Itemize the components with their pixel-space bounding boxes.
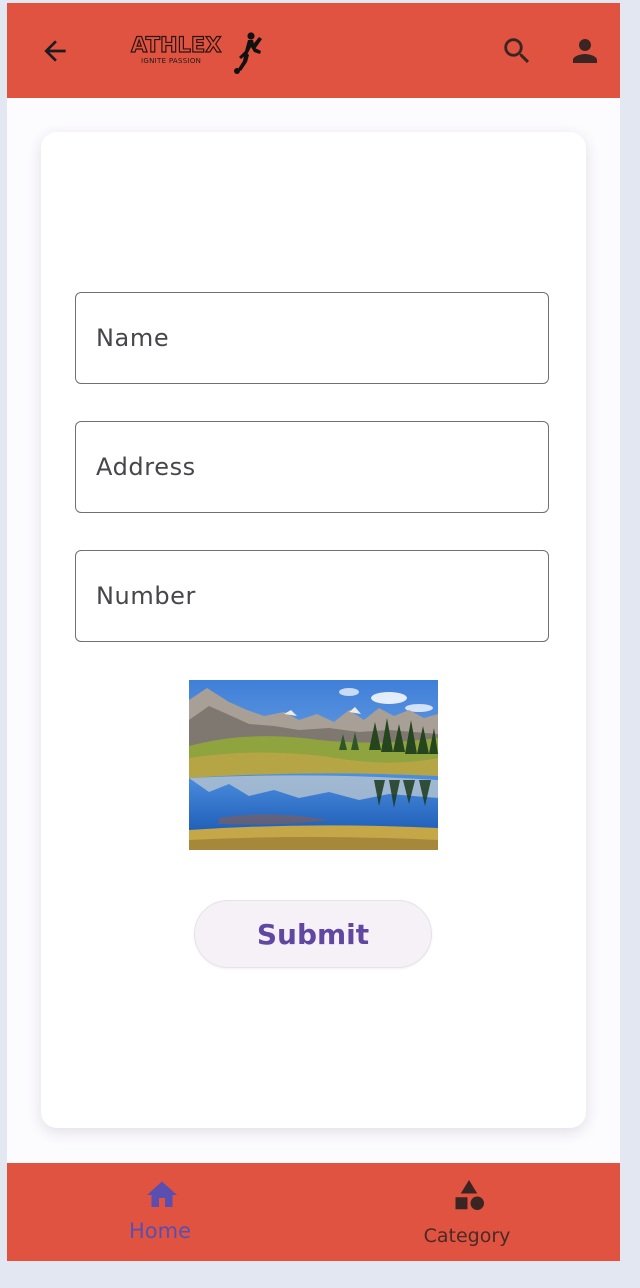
home-icon [147,1181,177,1207]
nav-item-category[interactable]: Category [367,1163,567,1261]
profile-button[interactable] [565,31,605,71]
search-icon [504,38,530,64]
soccer-player-icon [234,32,262,74]
nav-label-home: Home [128,1219,191,1243]
athlex-logo: ATHLEX IGNITE PASSION [130,31,271,75]
logo-tagline: IGNITE PASSION [141,57,202,65]
landscape-image [189,680,438,850]
name-field[interactable] [75,292,549,384]
bottom-navigation: Home Category [7,1163,620,1261]
submit-button[interactable]: Submit [194,900,432,968]
top-app-bar: ATHLEX IGNITE PASSION [7,3,620,98]
person-icon [573,39,597,63]
number-field[interactable] [75,550,549,642]
back-button[interactable] [35,31,75,71]
category-shapes-icon [455,1180,484,1210]
nav-item-home[interactable]: Home [60,1163,260,1261]
app-screen: ATHLEX IGNITE PASSION Name Address Numbe… [7,3,620,1261]
form-card: Submit [41,132,586,1128]
nav-label-category: Category [423,1225,511,1247]
logo-wordmark: ATHLEX [130,32,222,57]
search-button[interactable] [497,31,537,71]
arrow-left-icon [44,40,66,62]
address-field[interactable] [75,421,549,513]
